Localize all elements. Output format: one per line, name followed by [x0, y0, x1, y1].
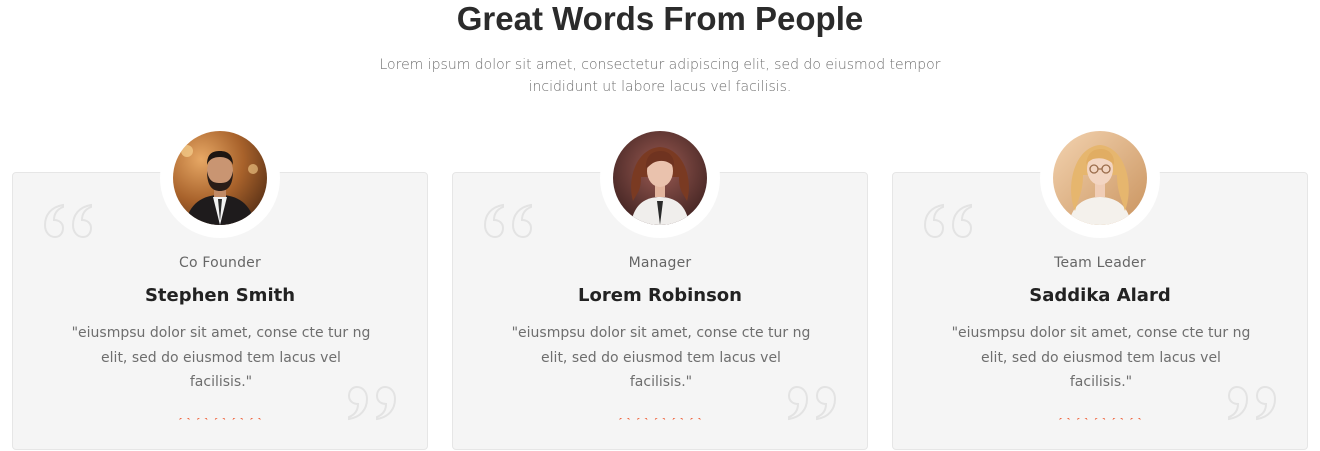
testimonial-role: Co Founder: [179, 255, 261, 271]
section-title: Great Words From People: [456, 0, 864, 37]
quote-open-icon: [923, 203, 973, 239]
testimonial-quote: "eiusmpsu dolor sit amet, conse cte tur …: [951, 325, 1251, 390]
avatar: [613, 131, 707, 225]
testimonial-quote: "eiusmpsu dolor sit amet, conse cte tur …: [511, 325, 811, 390]
quote-close-icon: [347, 385, 397, 421]
quote-close-icon: [1227, 385, 1277, 421]
testimonial-role: Manager: [628, 255, 692, 271]
star-icon: ★: [1126, 418, 1146, 424]
quote-open-icon: [483, 203, 533, 239]
avatar: [173, 131, 267, 225]
avatar-frame: [1040, 118, 1160, 238]
star-icon: ★: [686, 418, 706, 424]
testimonial-name: Lorem Robinson: [578, 285, 742, 306]
section-subtitle: Lorem ipsum dolor sit amet, consectetur …: [379, 57, 941, 95]
testimonial-name: Saddika Alard: [1029, 285, 1171, 306]
testimonial-quote: "eiusmpsu dolor sit amet, conse cte tur …: [71, 325, 371, 390]
quote-open-icon: [43, 203, 93, 239]
avatar-frame: [600, 118, 720, 238]
quote-close-icon: [787, 385, 837, 421]
avatar-frame: [160, 118, 280, 238]
star-icon: ★: [246, 418, 266, 424]
testimonial-name: Stephen Smith: [144, 285, 296, 306]
avatar: [1053, 131, 1147, 225]
testimonial-role: Team Leader: [1054, 255, 1146, 271]
